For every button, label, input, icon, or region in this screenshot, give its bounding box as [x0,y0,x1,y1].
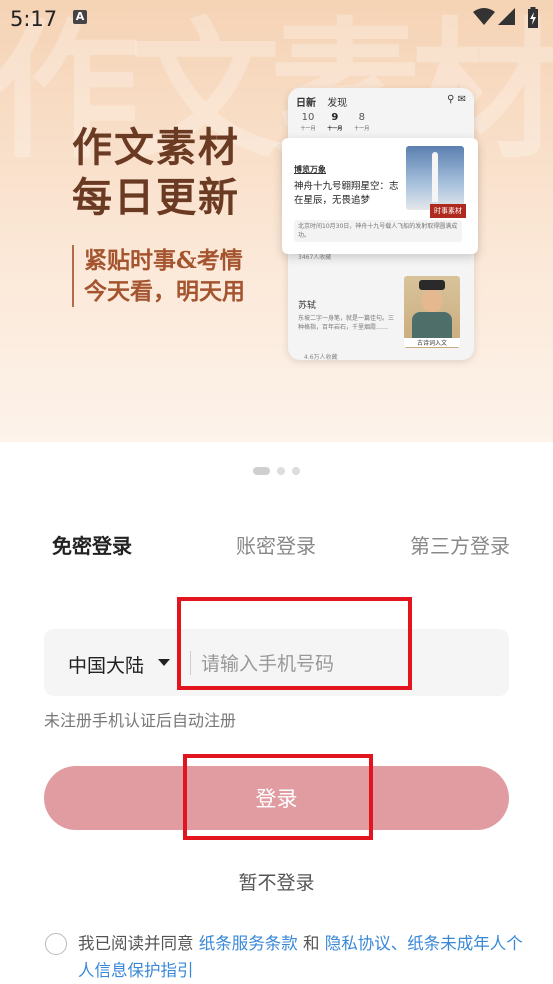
privacy-policy-link[interactable]: 隐私协议、 [325,934,408,953]
preview-tab-discover: 发现 [327,98,348,109]
preview-icons: ⚲ ✉ [447,94,466,105]
signal-icon [498,8,515,25]
agreement-text: 我已阅读并同意 纸条服务条款 和 隐私协议、纸条未成年人个人信息保护指引 [78,930,533,984]
preview-news-card: 博览万象 神舟十九号翱翔星空：志在星辰，无畏追梦 时事素材 北京时间10月30日… [282,138,478,254]
notification-a-icon: A [73,10,87,24]
pager-dot-active[interactable] [253,467,270,475]
card2-badge: 古诗词入文 [404,338,460,347]
promo-banner[interactable]: 作文素材 作文素材 每日更新 紧贴时事&考情 今天看，明天用 日新 发现 ⚲ ✉… [0,0,553,442]
status-time: 5:17 [10,7,58,31]
headline-line-2: 每日更新 [72,174,240,221]
tab-third-party-login[interactable]: 第三方登录 [410,530,510,559]
preview-date-active: 9 十一月 [327,112,343,132]
region-selector[interactable]: 中国大陆 [68,651,144,678]
highlight-box-phone-input [177,597,412,690]
banner-subline: 紧贴时事&考情 今天看，明天用 [72,245,245,307]
headline-line-1: 作文素材 [72,124,240,171]
rocket-image [406,146,464,210]
portrait-hat [419,280,445,290]
card1-snippet: 北京时间10月30日，神舟十九号载人飞船的发射取得圆满成功。 [294,220,462,242]
card1-tag: 博览万象 [294,165,326,174]
preview-date: 8 十一月 [354,112,370,132]
tab-password-login[interactable]: 账密登录 [236,530,316,559]
pager-dot[interactable] [277,467,285,475]
wifi-icon [473,8,495,25]
agreement-and: 和 [303,934,320,953]
battery-charging-icon [528,7,538,28]
card2-snippet: 东坡二字一身笔，就是一篇佳句。三种格指，百年岩石，千里烟霞…… [298,315,395,331]
portrait-body [412,312,452,340]
card1-title: 神舟十九号翱翔星空：志在星辰，无畏追梦 [294,181,399,206]
highlight-box-login-button [183,754,373,840]
registration-hint: 未注册手机认证后自动注册 [44,711,237,730]
search-icon: ⚲ [447,94,455,105]
preview-dates: 10 十一月 9 十一月 8 十一月 [296,112,374,133]
chevron-down-icon[interactable] [158,659,170,666]
preview-date: 10 十一月 [300,112,316,132]
banner-headline: 作文素材 每日更新 [72,123,240,223]
card1-badge: 时事素材 [430,204,466,218]
subline-line-1: 紧贴时事&考情 [84,247,243,274]
preview-tabs: 日新 发现 [296,94,355,109]
pager-dot[interactable] [292,467,300,475]
subline-line-2: 今天看，明天用 [84,278,245,305]
preview-tab-daily: 日新 [296,98,316,109]
card2-count: 4.6万人收藏 [304,354,338,360]
status-bar: 5:17 A [0,0,553,38]
agreement-checkbox[interactable] [45,933,67,955]
agreement-prefix: 我已阅读并同意 [78,934,194,953]
card2-name: 苏轼 [298,301,317,311]
tab-passwordless-login[interactable]: 免密登录 [52,530,132,559]
service-terms-link[interactable]: 纸条服务条款 [199,934,298,953]
mail-icon: ✉ [457,94,466,105]
portrait-face [422,288,442,312]
rocket-shape [432,152,438,202]
skip-login-link[interactable]: 暂不登录 [0,868,553,895]
